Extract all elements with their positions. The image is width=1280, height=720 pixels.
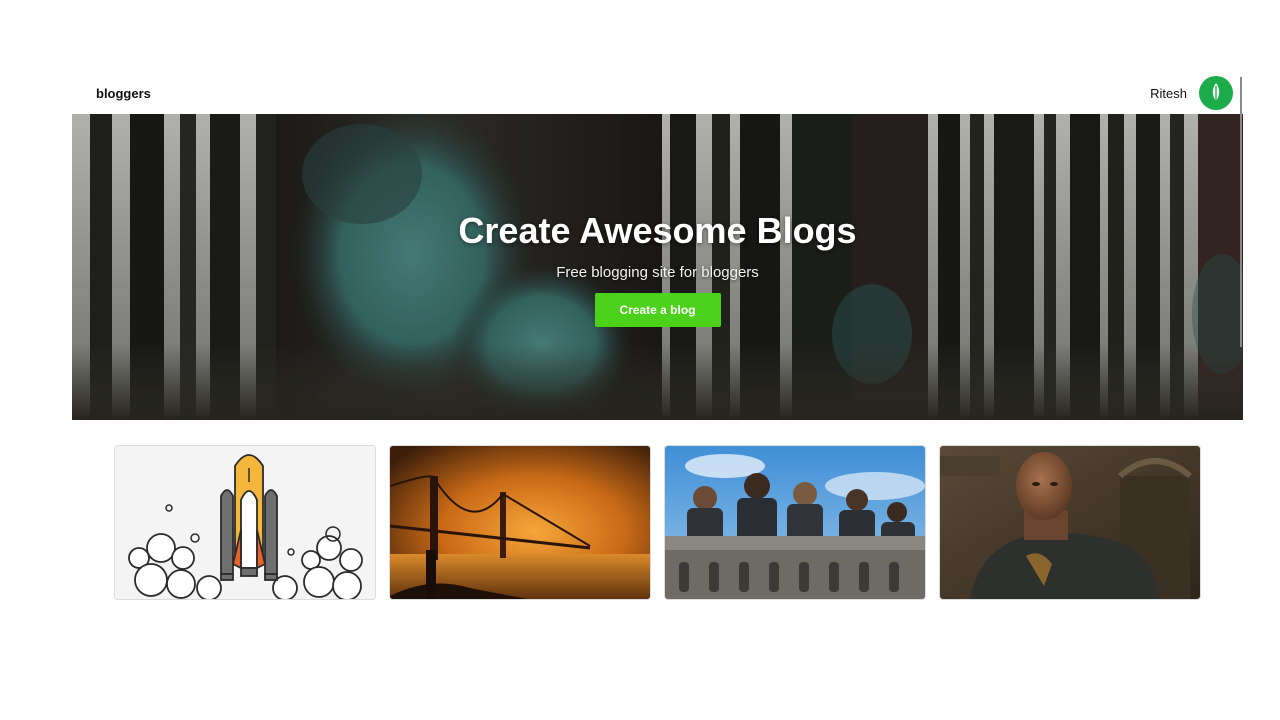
browser-viewport: bloggers Ritesh Create Awesome Blogs Fre… xyxy=(72,72,1243,600)
avatar[interactable] xyxy=(1199,76,1233,110)
blog-card[interactable] xyxy=(114,445,376,600)
hero-title: Create Awesome Blogs xyxy=(458,210,857,251)
blog-card[interactable] xyxy=(389,445,651,600)
create-blog-button[interactable]: Create a blog xyxy=(594,293,721,327)
blog-card-list xyxy=(114,445,1203,600)
hero-banner: Create Awesome Blogs Free blogging site … xyxy=(72,114,1243,420)
children-on-balcony-photo xyxy=(665,446,925,599)
hero-content: Create Awesome Blogs Free blogging site … xyxy=(72,210,1243,327)
foggy-bridge-photo xyxy=(390,446,650,599)
user-menu: Ritesh xyxy=(1150,76,1233,110)
hero-subtitle: Free blogging site for bloggers xyxy=(556,264,759,281)
rocket-launch-illustration xyxy=(115,446,375,599)
scrollbar[interactable] xyxy=(1240,77,1242,347)
username-label: Ritesh xyxy=(1150,85,1187,101)
blog-card[interactable] xyxy=(664,445,926,600)
blog-card[interactable] xyxy=(939,445,1201,600)
man-in-black-suit-photo xyxy=(940,446,1200,599)
site-logo[interactable]: bloggers xyxy=(96,86,151,101)
leaf-icon xyxy=(1212,83,1220,103)
navbar: bloggers Ritesh xyxy=(72,72,1243,114)
